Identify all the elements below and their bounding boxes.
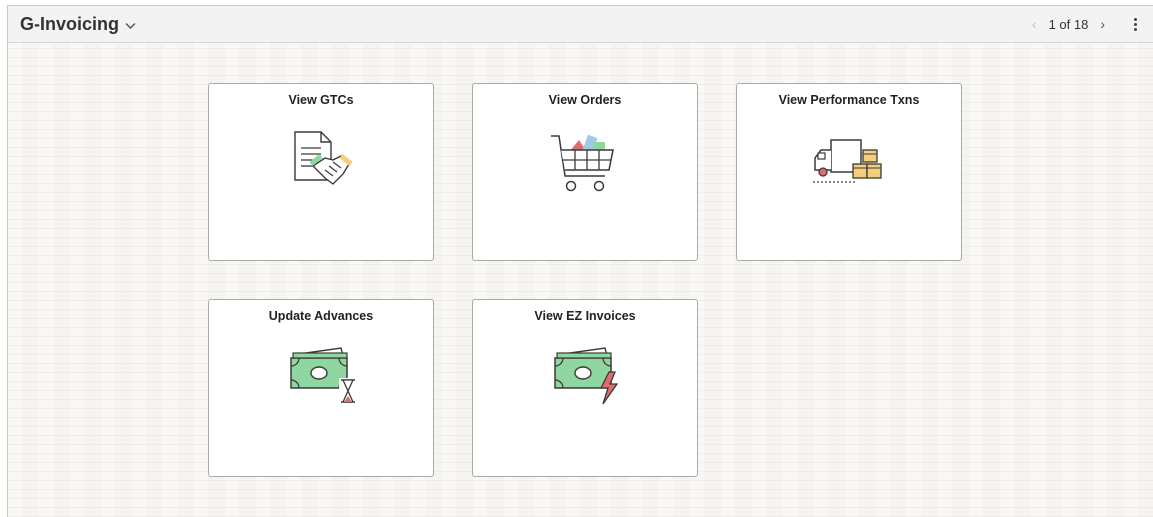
tile-view-gtcs[interactable]: View GTCs bbox=[208, 83, 434, 261]
pagination: ‹ 1 of 18 › bbox=[1032, 6, 1153, 42]
header-bar: G-Invoicing ‹ 1 of 18 › bbox=[8, 6, 1153, 43]
tile-title: Update Advances bbox=[268, 309, 374, 323]
previous-page-button[interactable]: ‹ bbox=[1032, 16, 1037, 32]
next-page-button[interactable]: › bbox=[1100, 16, 1105, 32]
tile-update-advances[interactable]: Update Advances bbox=[208, 299, 434, 477]
tile-view-orders[interactable]: View Orders bbox=[472, 83, 698, 261]
more-options-icon[interactable] bbox=[1125, 17, 1145, 31]
tile-view-ez-invoices[interactable]: View EZ Invoices bbox=[472, 299, 698, 477]
tile-title: View GTCs bbox=[288, 93, 354, 107]
contract-handshake-icon bbox=[294, 131, 353, 185]
tile-title: View Performance Txns bbox=[778, 93, 920, 107]
tile-title: View Orders bbox=[548, 93, 622, 107]
chevron-down-icon bbox=[125, 22, 136, 29]
shopping-cart-icon bbox=[551, 134, 614, 192]
homepage-selector[interactable]: G-Invoicing bbox=[20, 14, 136, 35]
delivery-truck-icon bbox=[813, 139, 882, 183]
page-title: G-Invoicing bbox=[20, 14, 119, 34]
app-frame: G-Invoicing ‹ 1 of 18 › View GTCs View O… bbox=[7, 5, 1153, 517]
money-hourglass-icon bbox=[290, 347, 357, 404]
tile-title: View EZ Invoices bbox=[534, 309, 636, 323]
money-lightning-icon bbox=[554, 347, 619, 405]
page-indicator: 1 of 18 bbox=[1048, 16, 1089, 32]
tile-view-performance-txns[interactable]: View Performance Txns bbox=[736, 83, 962, 261]
